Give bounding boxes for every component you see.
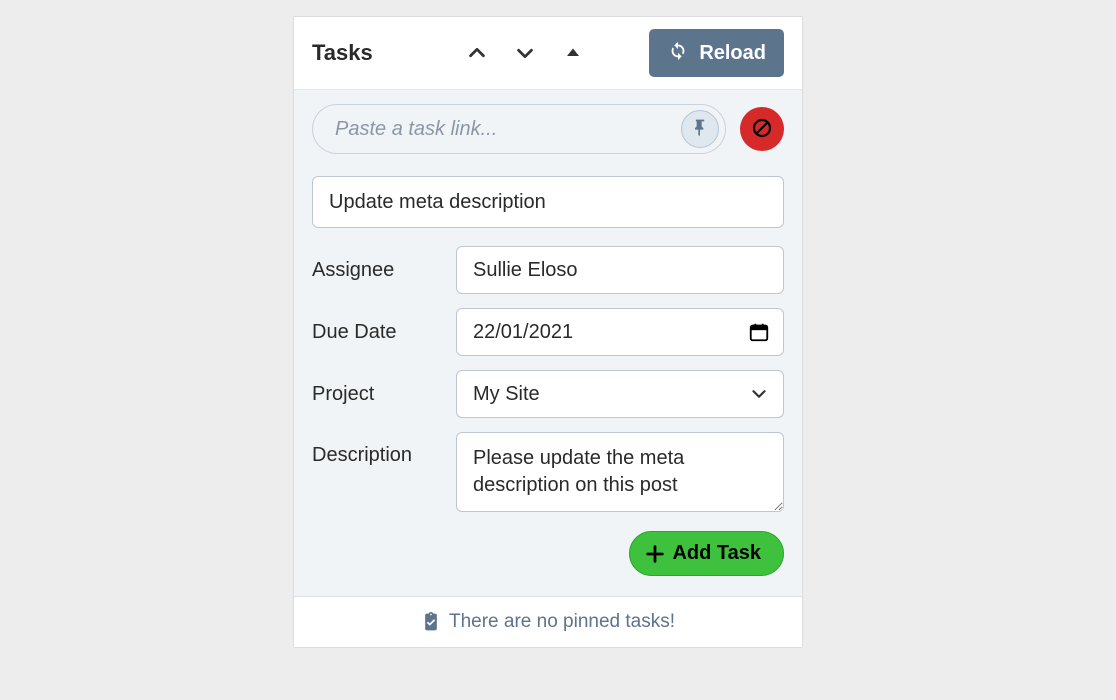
due-date-label: Due Date [312,321,456,344]
project-label: Project [312,383,456,406]
pin-button[interactable] [681,110,719,148]
assignee-label: Assignee [312,259,456,282]
reload-button[interactable]: Reload [649,29,784,77]
reload-button-label: Reload [699,42,766,65]
assignee-input[interactable] [456,246,784,294]
due-date-input[interactable] [456,308,784,356]
paste-link-pill [312,104,726,154]
collapse-up-icon[interactable] [562,42,584,64]
form-actions: Add Task [312,531,784,576]
project-select[interactable]: My Site [456,370,784,418]
clipboard-check-icon [421,612,441,632]
paste-link-input[interactable] [335,118,681,141]
chevron-down-icon[interactable] [514,42,536,64]
due-date-row: Due Date [312,308,784,356]
panel-footer: There are no pinned tasks! [294,596,802,647]
add-task-button[interactable]: Add Task [629,531,784,576]
chevron-up-icon[interactable] [466,42,488,64]
empty-state-text: There are no pinned tasks! [449,611,675,633]
project-row: Project My Site [312,370,784,418]
description-label: Description [312,432,456,467]
pin-icon [690,118,710,141]
assignee-row: Assignee [312,246,784,294]
panel-header: Tasks Reload [294,17,802,90]
reload-icon [667,39,689,67]
add-task-button-label: Add Task [672,542,761,565]
cancel-button[interactable] [740,107,784,151]
task-title-input[interactable] [312,176,784,228]
plus-icon [644,543,666,565]
block-icon [750,116,774,143]
panel-title: Tasks [312,40,373,66]
description-row: Description [312,432,784,517]
paste-link-row [312,104,784,154]
tasks-panel: Tasks Reload [293,16,803,648]
panel-nav-icons [413,42,638,64]
panel-body: Assignee Due Date Project My Site [294,90,802,596]
description-textarea[interactable] [456,432,784,512]
